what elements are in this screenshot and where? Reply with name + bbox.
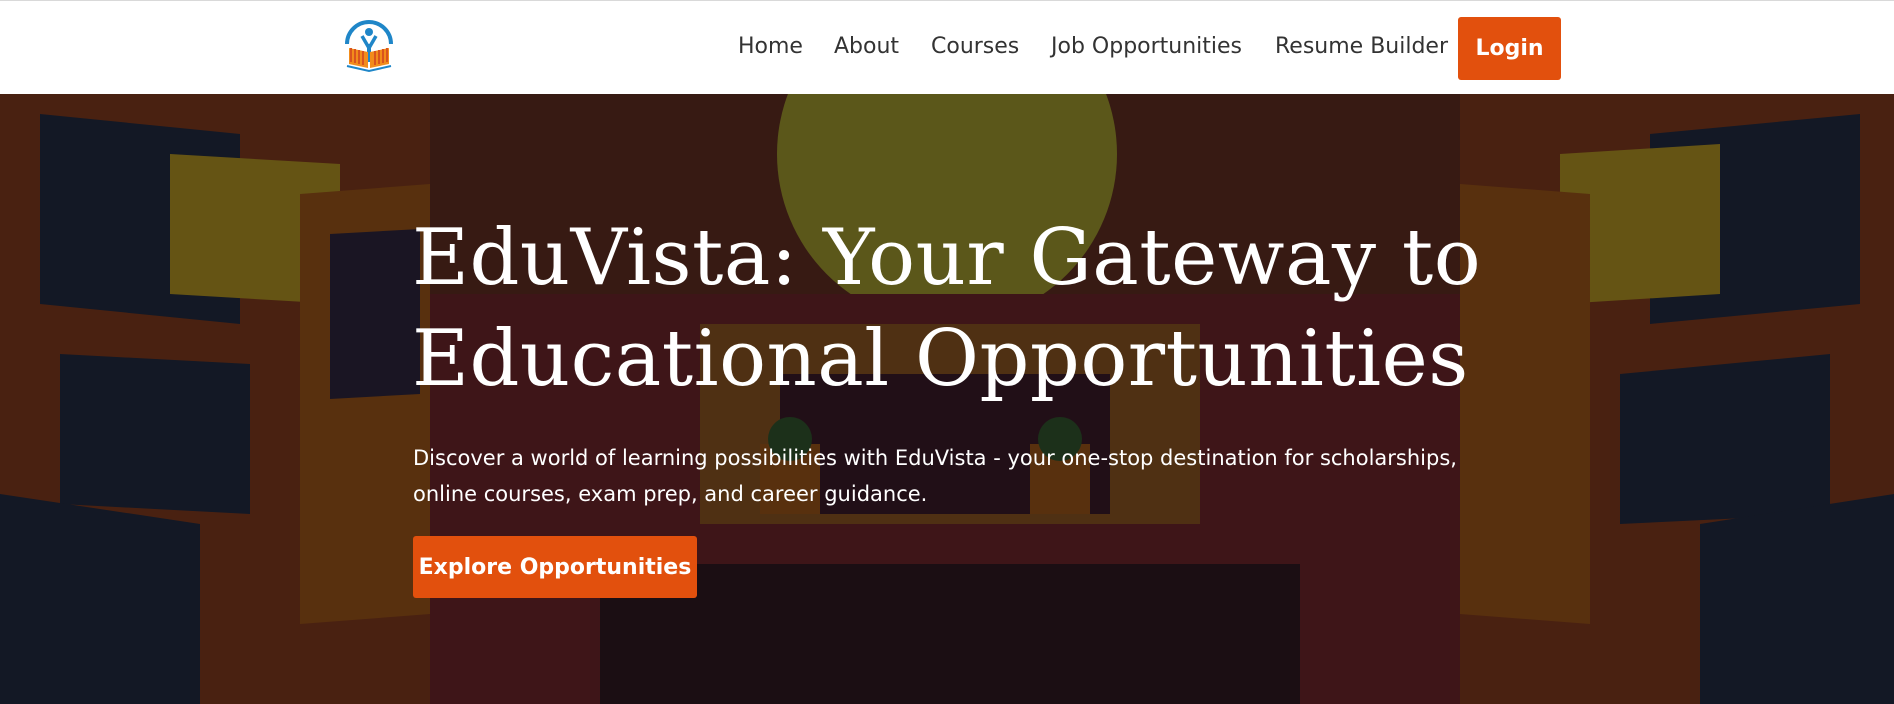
nav-courses[interactable]: Courses [931, 34, 1019, 59]
hero-subtitle-line-1: Discover a world of learning possibiliti… [413, 446, 1457, 470]
hero-title-line-1: EduVista: Your Gateway to [412, 213, 1482, 303]
main-nav: Home About Courses Job Opportunities Res… [0, 1, 1894, 94]
nav-home[interactable]: Home [738, 34, 803, 59]
hero-subtitle: Discover a world of learning possibiliti… [413, 440, 1513, 512]
nav-about[interactable]: About [834, 34, 899, 59]
navbar: Home About Courses Job Opportunities Res… [0, 1, 1894, 94]
hero-title-line-2: Educational Opportunities [412, 314, 1469, 404]
nav-job-opportunities[interactable]: Job Opportunities [1051, 34, 1242, 59]
hero-title: EduVista: Your Gateway to Educational Op… [412, 208, 1532, 410]
hero-subtitle-line-2: online courses, exam prep, and career gu… [413, 482, 928, 506]
login-button[interactable]: Login [1458, 17, 1561, 80]
hero-section: EduVista: Your Gateway to Educational Op… [0, 94, 1894, 704]
nav-resume-builder[interactable]: Resume Builder [1275, 34, 1448, 59]
explore-opportunities-button[interactable]: Explore Opportunities [413, 536, 697, 598]
